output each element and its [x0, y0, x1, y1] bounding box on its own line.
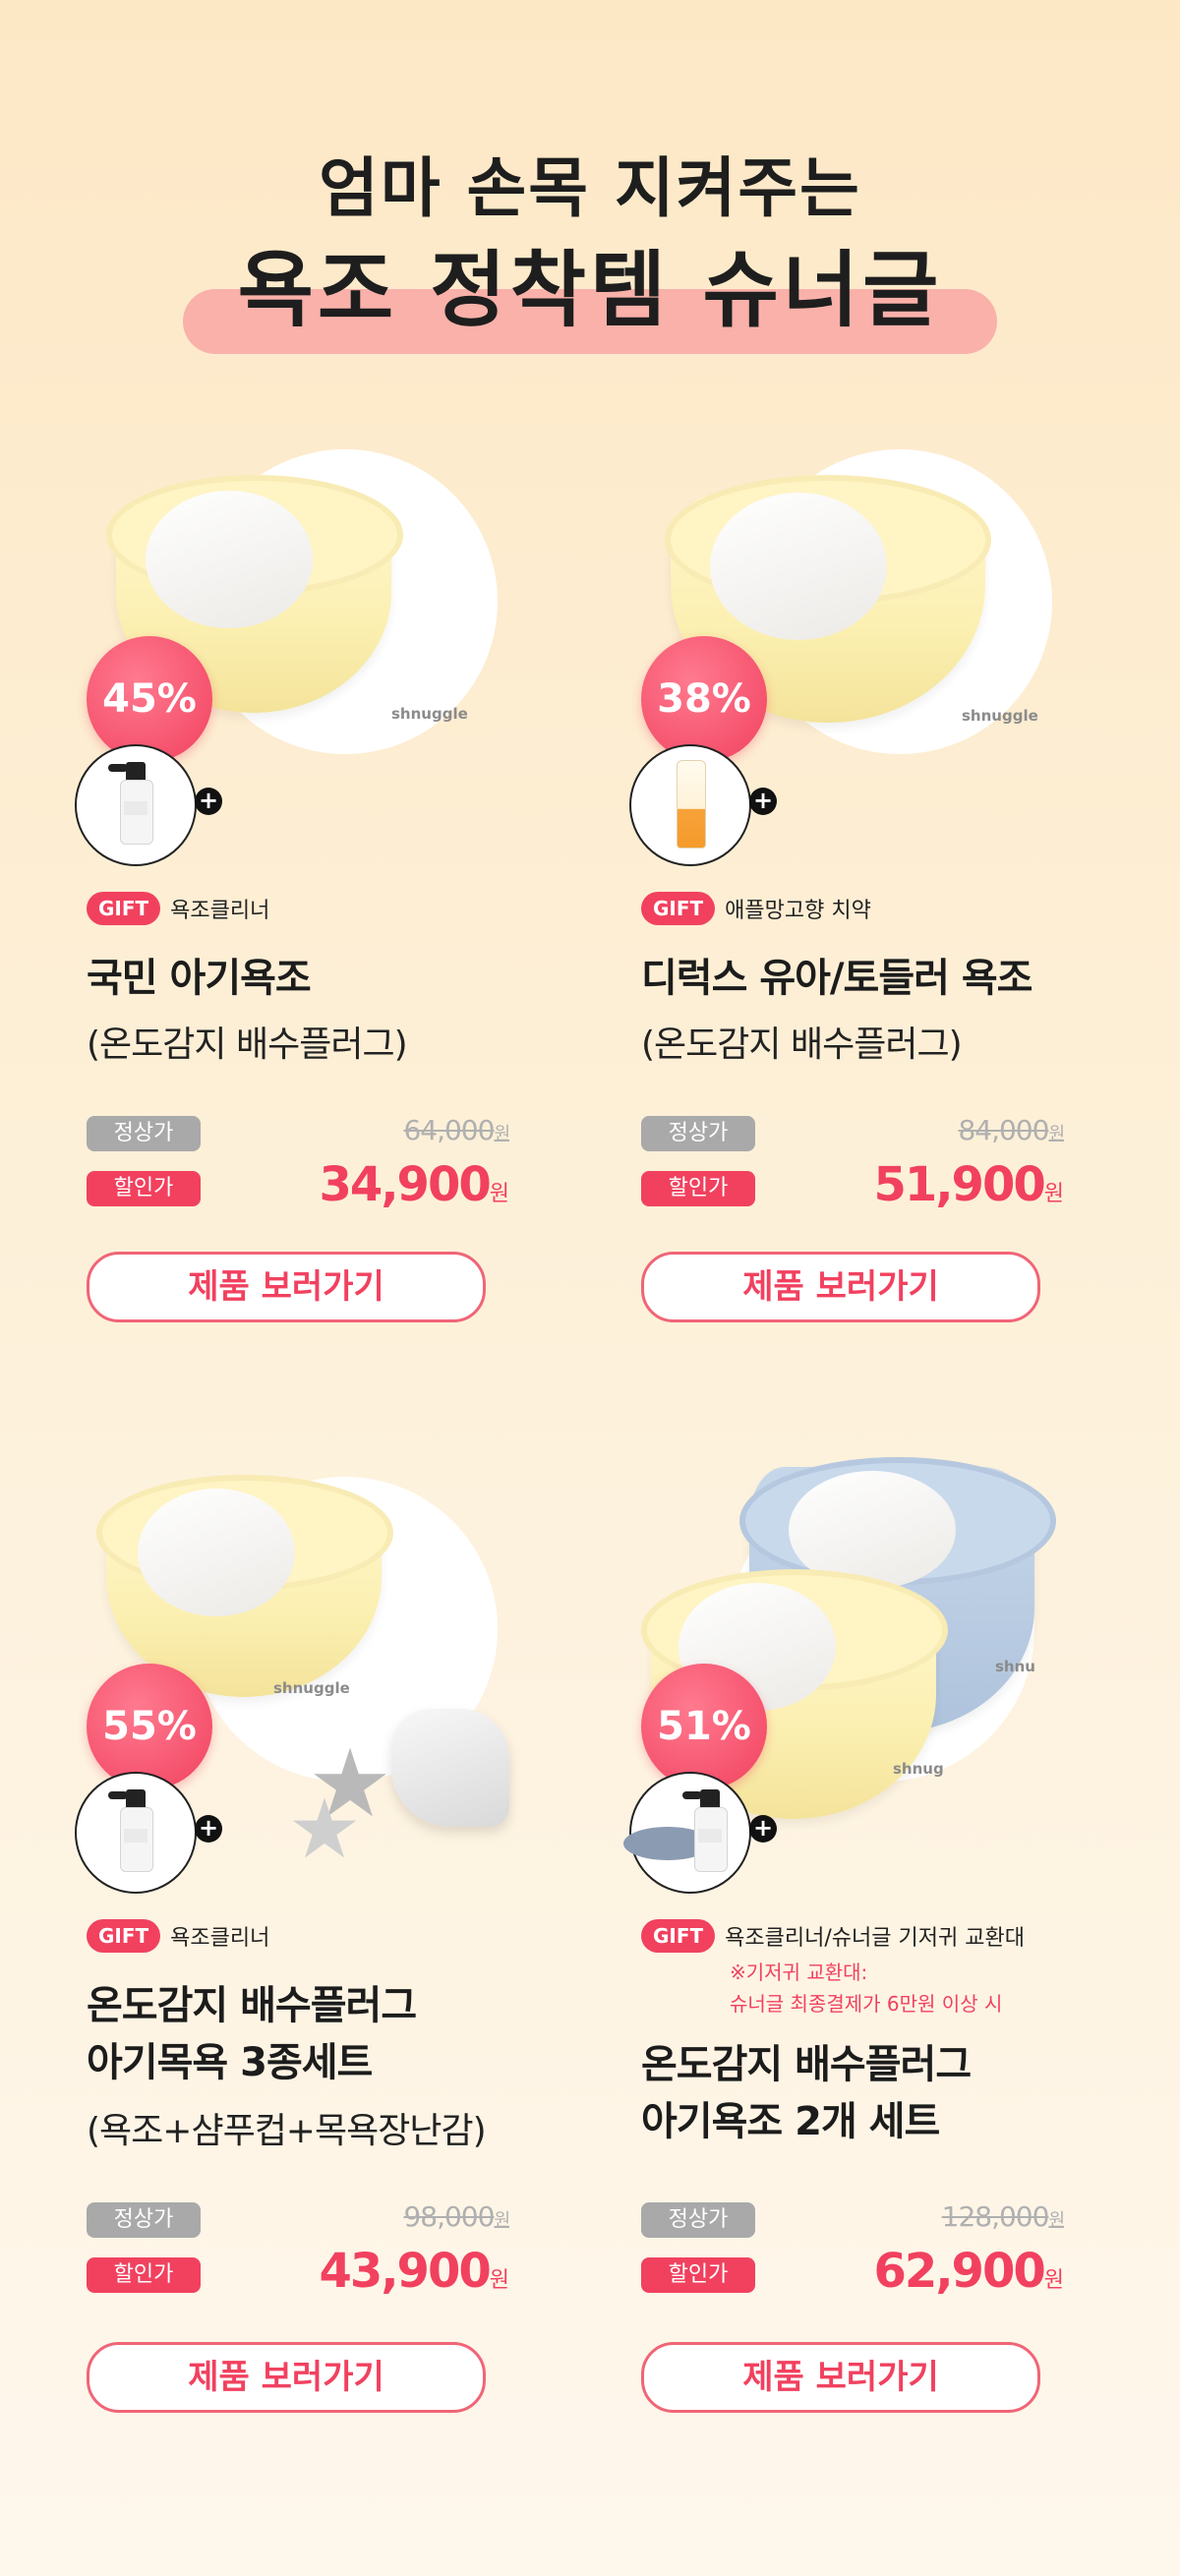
- hero-banner: 엄마 손목 지켜주는 욕조 정착템 슈너글: [0, 0, 1180, 393]
- regular-price: 128,000원: [941, 2200, 1065, 2233]
- gift-text: 욕조클리너/슈너글 기저귀 교환대: [725, 1926, 1025, 1951]
- product-title-line-2[interactable]: 아기목욕 3종세트: [87, 2035, 373, 2090]
- regular-price-label: 정상가: [87, 1116, 201, 1151]
- view-product-button[interactable]: 제품 보러가기: [87, 1252, 486, 1322]
- product-card-1: shnuggle 45% + GIFT 욕조클리너 국민 아기욕조 (온도감지 배…: [75, 447, 510, 1332]
- gift-row: GIFT 욕조클리너: [87, 892, 269, 927]
- gift-pill: GIFT: [641, 892, 716, 925]
- hero-title: 욕조 정착템 슈너글: [237, 242, 943, 338]
- gift-pill: GIFT: [87, 892, 161, 925]
- regular-price: 64,000원: [403, 1114, 510, 1146]
- cleaner-bottle-icon: [682, 1789, 728, 1872]
- gift-note-condition: 슈너글 최종결제가 6만원 이상 시: [730, 1992, 1003, 2016]
- discount-badge: 51%: [641, 1664, 767, 1789]
- gift-thumbnail: [629, 744, 751, 866]
- toothpaste-tube-icon: [677, 760, 706, 849]
- bathtub-seat: [710, 493, 887, 640]
- regular-price-label: 정상가: [641, 2202, 755, 2238]
- product-title[interactable]: 온도감지 배수플러그: [87, 1978, 417, 2033]
- product-title[interactable]: 국민 아기욕조: [87, 951, 312, 1006]
- product-title[interactable]: 온도감지 배수플러그: [641, 2037, 972, 2092]
- regular-price-label: 정상가: [641, 1116, 755, 1151]
- product-subtitle: (온도감지 배수플러그): [641, 1025, 963, 1065]
- gift-pill: GIFT: [87, 1919, 161, 1953]
- gift-note: ※기저귀 교환대:: [730, 1961, 868, 1984]
- product-subtitle: (온도감지 배수플러그): [87, 1025, 408, 1065]
- bathtub-seat: [138, 1489, 295, 1616]
- product-subtitle: (욕조+샴푸컵+목욕장난감): [87, 2111, 487, 2151]
- product-title-line-2[interactable]: 아기욕조 2개 세트: [641, 2094, 940, 2149]
- cleaner-bottle-icon: [108, 762, 153, 845]
- gift-text: 욕조클리너: [170, 899, 270, 923]
- sale-price-label: 할인가: [87, 2257, 201, 2293]
- bathtub-seat: [146, 491, 313, 628]
- product-card-4: shnu shnug 51% + GIFT 욕조클리너/슈너글 기저귀 교환대 ※…: [623, 1457, 1065, 2419]
- view-product-button[interactable]: 제품 보러가기: [641, 2342, 1040, 2413]
- regular-price-label: 정상가: [87, 2202, 201, 2238]
- regular-price: 84,000원: [958, 1114, 1065, 1146]
- star-toy-icon: ★: [287, 1781, 362, 1877]
- gift-thumbnail: [75, 1772, 197, 1894]
- discount-badge: 38%: [641, 636, 767, 762]
- gift-thumbnail: [75, 744, 197, 866]
- hero-subtitle: 엄마 손목 지켜주는: [319, 150, 861, 226]
- brand-logo: shnu: [995, 1658, 1035, 1675]
- cleaner-bottle-icon: [108, 1789, 153, 1872]
- view-product-button[interactable]: 제품 보러가기: [87, 2342, 486, 2413]
- plus-icon: +: [195, 1815, 222, 1843]
- plus-icon: +: [749, 788, 777, 815]
- sale-price-label: 할인가: [641, 1171, 755, 1206]
- sale-price: 43,900원: [319, 2244, 509, 2299]
- product-image[interactable]: shnuggle ★ ★ 55% +: [75, 1475, 509, 1894]
- gift-text: 애플망고향 치약: [725, 899, 871, 923]
- sale-price-label: 할인가: [87, 1171, 201, 1206]
- product-title[interactable]: 디럭스 유아/토들러 욕조: [641, 951, 1032, 1006]
- brand-logo: shnuggle: [962, 707, 1038, 725]
- product-image[interactable]: shnuggle 45% +: [75, 447, 509, 866]
- gift-row: GIFT 애플망고향 치약: [641, 892, 871, 927]
- gift-thumbnail: [623, 1772, 751, 1894]
- sale-price: 34,900원: [319, 1157, 509, 1212]
- discount-badge: 45%: [87, 636, 212, 762]
- product-image[interactable]: shnuggle 38% +: [629, 447, 1064, 866]
- view-product-button[interactable]: 제품 보러가기: [641, 1252, 1040, 1322]
- product-image[interactable]: shnu shnug 51% +: [623, 1457, 1064, 1894]
- brand-logo: shnuggle: [273, 1679, 350, 1697]
- brand-logo: shnug: [893, 1760, 944, 1778]
- gift-row: GIFT 욕조클리너/슈너글 기저귀 교환대: [641, 1919, 1025, 1955]
- sale-price: 51,900원: [873, 1157, 1064, 1212]
- sale-price-label: 할인가: [641, 2257, 755, 2293]
- product-card-3: shnuggle ★ ★ 55% + GIFT 욕조클리너 온도감지 배수플러그 …: [75, 1475, 510, 2419]
- plus-icon: +: [749, 1815, 777, 1843]
- gift-row: GIFT 욕조클리너: [87, 1919, 269, 1955]
- gift-pill: GIFT: [641, 1919, 716, 1953]
- regular-price: 98,000원: [403, 2200, 510, 2233]
- plus-icon: +: [195, 788, 222, 815]
- discount-badge: 55%: [87, 1664, 212, 1789]
- brand-logo: shnuggle: [391, 705, 468, 723]
- shampoo-cup-icon: [391, 1709, 509, 1827]
- sale-price: 62,900원: [873, 2244, 1064, 2299]
- product-card-2: shnuggle 38% + GIFT 애플망고향 치약 디럭스 유아/토들러 욕…: [629, 447, 1065, 1332]
- gift-text: 욕조클리너: [170, 1926, 270, 1951]
